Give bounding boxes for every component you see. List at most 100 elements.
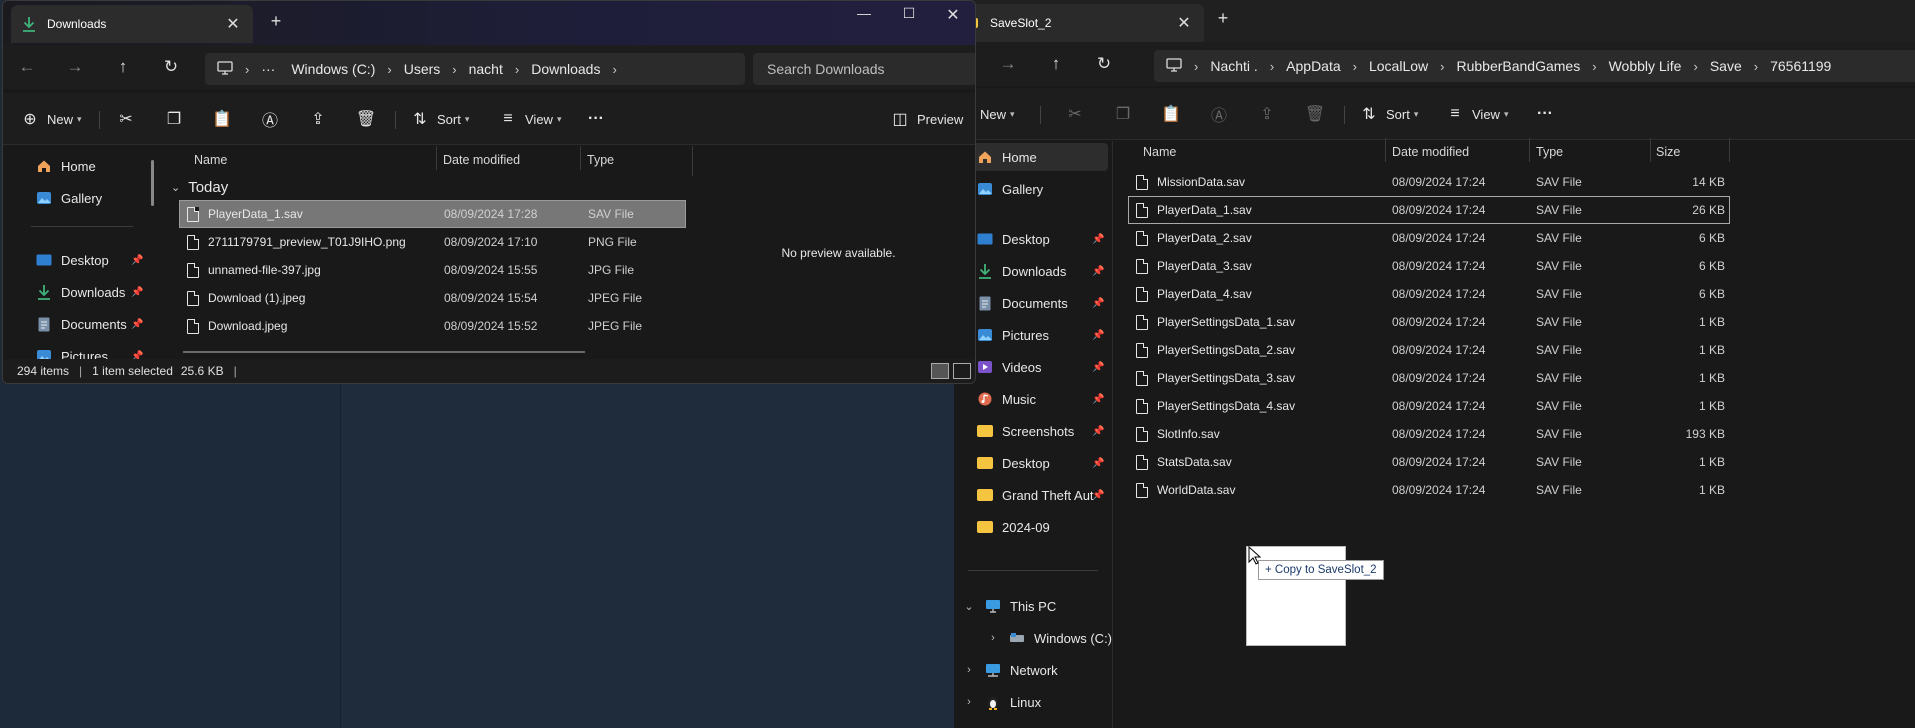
sidebar-item-screenshots[interactable]: Screenshots 📌 xyxy=(962,417,1108,445)
close-window-button[interactable]: ✕ xyxy=(933,5,973,25)
file-row[interactable]: PlayerSettingsData_1.sav 08/09/2024 17:24… xyxy=(1129,309,1729,335)
more-options-button[interactable]: ··· xyxy=(585,105,607,133)
column-header-name[interactable]: Name xyxy=(194,148,227,172)
file-row[interactable]: MissionData.sav 08/09/2024 17:24 SAV File 1… xyxy=(1129,169,1729,195)
column-divider[interactable] xyxy=(1650,138,1651,162)
file-row[interactable]: PlayerData_2.sav 08/09/2024 17:24 SAV File… xyxy=(1129,225,1729,251)
sidebar-item-home[interactable]: Home xyxy=(35,152,96,180)
column-header-type[interactable]: Type xyxy=(1536,140,1563,164)
sidebar-item-downloads[interactable]: Downloads 📌 xyxy=(35,278,147,306)
more-path-icon[interactable]: ··· xyxy=(261,61,275,77)
column-divider[interactable] xyxy=(1385,138,1386,162)
new-tab-button[interactable]: + xyxy=(263,11,289,32)
sidebar-item-downloads[interactable]: Downloads 📌 xyxy=(962,257,1108,285)
share-button[interactable]: ⇪ xyxy=(307,105,329,133)
file-row[interactable]: SlotInfo.sav 08/09/2024 17:24 SAV File 193 … xyxy=(1129,421,1729,447)
copy-button[interactable]: ❐ xyxy=(1112,100,1134,128)
sort-button[interactable]: ⇅ Sort ▾ xyxy=(1358,100,1418,128)
breadcrumb-segment[interactable]: Users xyxy=(404,61,441,77)
sidebar-item-videos[interactable]: Videos 📌 xyxy=(962,353,1108,381)
view-button[interactable]: ≡ View ▾ xyxy=(1444,100,1508,128)
chevron-right-icon[interactable]: › xyxy=(986,632,1000,644)
file-row[interactable]: Download.jpeg 08/09/2024 15:52 JPEG File xyxy=(180,313,685,339)
breadcrumb-segment[interactable]: Save xyxy=(1710,58,1742,74)
sidebar-item-2024-09[interactable]: 2024-09 xyxy=(962,513,1108,541)
share-button[interactable]: ⇪ xyxy=(1256,100,1278,128)
close-tab-icon[interactable]: ✕ xyxy=(223,14,243,34)
file-row[interactable]: PlayerData_4.sav 08/09/2024 17:24 SAV File… xyxy=(1129,281,1729,307)
pane-splitter[interactable] xyxy=(692,146,693,176)
maximize-button[interactable]: ☐ xyxy=(889,5,929,22)
forward-button[interactable]: → xyxy=(984,54,1032,74)
address-bar[interactable]: › ··· Windows (C:) › Users › nacht › Dow… xyxy=(205,53,745,85)
sidebar-item-home[interactable]: Home xyxy=(962,143,1108,171)
file-row[interactable]: PlayerData_1.sav 08/09/2024 17:24 SAV File… xyxy=(1128,196,1730,224)
cut-button[interactable]: ✂ xyxy=(115,105,137,133)
sidebar-item-desktop[interactable]: Desktop 📌 xyxy=(35,246,147,274)
file-row[interactable]: WorldData.sav 08/09/2024 17:24 SAV File 1 K… xyxy=(1129,477,1729,503)
tree-item-this-pc[interactable]: ⌄ This PC xyxy=(962,592,1056,620)
tree-item-windows-c[interactable]: › Windows (C:) xyxy=(986,624,1112,652)
sidebar-item-music[interactable]: Music 📌 xyxy=(962,385,1108,413)
breadcrumb-segment[interactable]: Downloads xyxy=(531,61,600,77)
sidebar-item-gallery[interactable]: Gallery xyxy=(35,184,102,212)
breadcrumb-segment[interactable]: nacht xyxy=(469,61,503,77)
column-divider[interactable] xyxy=(1529,138,1530,162)
sort-button[interactable]: ⇅ Sort ▾ xyxy=(409,105,469,133)
paste-button[interactable]: 📋 xyxy=(211,105,233,133)
file-row[interactable]: PlayerData_3.sav 08/09/2024 17:24 SAV File… xyxy=(1129,253,1729,279)
column-header-name[interactable]: Name xyxy=(1143,140,1176,164)
minimize-button[interactable]: — xyxy=(844,5,884,21)
more-options-button[interactable]: ··· xyxy=(1534,100,1556,128)
column-header-size[interactable]: Size xyxy=(1656,140,1680,164)
tiles-view-icon[interactable] xyxy=(953,363,971,379)
copy-button[interactable]: ❐ xyxy=(163,105,185,133)
sidebar-item-desktop[interactable]: Desktop 📌 xyxy=(962,225,1108,253)
back-button[interactable]: ← xyxy=(3,57,51,77)
file-row[interactable]: PlayerSettingsData_4.sav 08/09/2024 17:24… xyxy=(1129,393,1729,419)
file-row[interactable]: unnamed-file-397.jpg 08/09/2024 15:55 JPG … xyxy=(180,257,685,283)
paste-button[interactable]: 📋 xyxy=(1160,100,1182,128)
view-button[interactable]: ≡ View ▾ xyxy=(497,105,561,133)
chevron-down-icon[interactable]: ⌄ xyxy=(962,600,976,613)
tab-downloads[interactable]: Downloads ✕ xyxy=(11,5,253,43)
address-bar[interactable]: › Nachti . › AppData › LocalLow › Rubber… xyxy=(1154,50,1915,82)
up-button[interactable]: ↑ xyxy=(99,57,147,77)
group-header-today[interactable]: ⌄ Today xyxy=(171,176,228,198)
sidebar-item-grand-theft-aut[interactable]: Grand Theft Aut 📌 xyxy=(962,481,1108,509)
column-header-date[interactable]: Date modified xyxy=(1392,140,1469,164)
close-tab-icon[interactable]: ✕ xyxy=(1174,13,1194,33)
file-row[interactable]: Download (1).jpeg 08/09/2024 15:54 JPEG Fi… xyxy=(180,285,685,311)
breadcrumb-segment[interactable]: RubberBandGames xyxy=(1456,58,1580,74)
breadcrumb-segment[interactable]: Nachti . xyxy=(1210,58,1257,74)
column-divider[interactable] xyxy=(436,146,437,170)
refresh-button[interactable]: ↻ xyxy=(1080,54,1128,74)
column-divider[interactable] xyxy=(1729,138,1730,162)
breadcrumb-segment[interactable]: Windows (C:) xyxy=(291,61,375,77)
tree-item-linux[interactable]: › Linux xyxy=(962,688,1041,716)
sidebar-item-documents[interactable]: Documents 📌 xyxy=(35,310,147,338)
tab-saveslot[interactable]: SaveSlot_2 ✕ xyxy=(954,4,1204,42)
file-row[interactable]: PlayerSettingsData_2.sav 08/09/2024 17:24… xyxy=(1129,337,1729,363)
search-input[interactable]: Search Downloads xyxy=(753,53,975,85)
file-row[interactable]: StatsData.sav 08/09/2024 17:24 SAV File 1 K… xyxy=(1129,449,1729,475)
sidebar-item-documents[interactable]: Documents 📌 xyxy=(962,289,1108,317)
delete-button[interactable]: 🗑 xyxy=(355,105,377,133)
sidebar-item-pictures[interactable]: Pictures 📌 xyxy=(962,321,1108,349)
rename-button[interactable]: Ⓐ xyxy=(1208,100,1230,128)
tree-item-network[interactable]: › Network xyxy=(962,656,1058,684)
sidebar-item-desktop[interactable]: Desktop 📌 xyxy=(962,449,1108,477)
column-header-type[interactable]: Type xyxy=(587,148,614,172)
file-row[interactable]: PlayerSettingsData_3.sav 08/09/2024 17:24… xyxy=(1129,365,1729,391)
new-tab-button[interactable]: + xyxy=(1210,8,1236,29)
preview-button[interactable]: ◫ Preview xyxy=(889,105,963,133)
column-header-date[interactable]: Date modified xyxy=(443,148,520,172)
new-button[interactable]: ⊕ New ▾ xyxy=(19,105,81,133)
chevron-right-icon[interactable]: › xyxy=(962,696,976,708)
sidebar-item-gallery[interactable]: Gallery xyxy=(962,175,1108,203)
up-button[interactable]: ↑ xyxy=(1032,54,1080,74)
refresh-button[interactable]: ↻ xyxy=(147,57,195,77)
file-row[interactable]: 2711179791_preview_T01J9IHO.png 08/09/202… xyxy=(180,229,685,255)
details-view-icon[interactable] xyxy=(931,363,949,379)
breadcrumb-segment[interactable]: Wobbly Life xyxy=(1609,58,1682,74)
